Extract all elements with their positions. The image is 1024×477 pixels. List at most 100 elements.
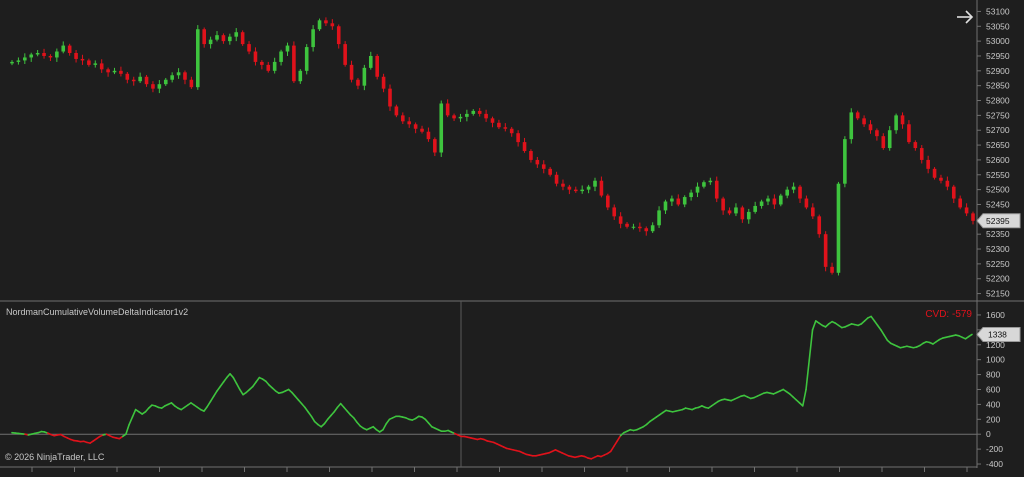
candle-body — [452, 115, 456, 119]
candle-body — [779, 195, 783, 205]
candle-body — [324, 20, 328, 24]
candle-body — [682, 197, 687, 205]
candle-body — [753, 205, 757, 212]
candle-body — [292, 45, 296, 82]
candle-body — [304, 47, 309, 71]
cvd-tick-label: 800 — [986, 370, 1000, 380]
candle-body — [477, 110, 482, 114]
candle-body — [119, 70, 123, 74]
candle-body — [272, 61, 277, 71]
candle-body — [215, 35, 219, 40]
candle-body — [830, 266, 834, 273]
candle-body — [125, 73, 130, 80]
copyright-text: © 2026 NinjaTrader, LLC — [5, 452, 105, 462]
cvd-tick-label: -400 — [986, 459, 1003, 469]
candle-body — [561, 183, 565, 187]
candle-body — [407, 121, 412, 125]
candle-body — [868, 124, 873, 131]
candle-body — [638, 226, 642, 229]
candle-body — [80, 58, 85, 61]
candle-body — [535, 159, 540, 165]
indicator-name: NordmanCumulativeVolumeDeltaIndicator1v2 — [6, 307, 189, 317]
cvd-tick-label: 0 — [986, 429, 991, 439]
candle-body — [266, 64, 271, 71]
candle-body — [112, 70, 117, 73]
candle-body — [714, 180, 719, 199]
price-tick-label: 52800 — [986, 96, 1010, 106]
candle-body — [87, 60, 91, 65]
candle-body — [247, 44, 251, 52]
candle-body — [490, 118, 495, 123]
candle-body — [843, 139, 847, 184]
price-tick-label: 52550 — [986, 170, 1010, 180]
candle-body — [945, 180, 950, 187]
price-tick-label: 53050 — [986, 21, 1010, 31]
candle-body — [183, 72, 187, 80]
candle-body — [939, 177, 943, 181]
candle-body — [727, 210, 732, 214]
candle-body — [420, 128, 424, 132]
candle-body — [798, 186, 802, 199]
candle-body — [817, 216, 822, 235]
candle-body — [471, 110, 476, 114]
arrow-right-icon[interactable] — [954, 6, 976, 28]
candle-body — [593, 180, 597, 187]
candle-body — [484, 113, 488, 119]
candle-body — [766, 198, 770, 202]
candle-body — [176, 72, 181, 76]
candle-body — [151, 84, 155, 89]
candle-body — [823, 234, 828, 267]
candle-body — [208, 39, 213, 45]
candle-body — [631, 226, 636, 228]
cvd-tick-label: 1600 — [986, 310, 1005, 320]
candle-body — [23, 57, 27, 61]
candle-body — [900, 115, 905, 125]
candle-body — [285, 45, 290, 52]
candle-body — [516, 133, 520, 143]
candle-body — [362, 67, 367, 86]
candle-body — [650, 225, 655, 232]
candle-body — [529, 151, 533, 160]
candle-body — [138, 76, 142, 82]
candle-body — [567, 186, 572, 190]
candle-body — [234, 32, 239, 37]
candle-body — [919, 148, 924, 160]
candle-body — [606, 195, 610, 208]
candle-body — [381, 76, 386, 89]
candle-body — [971, 213, 975, 221]
candle-body — [670, 198, 674, 202]
candle-body — [887, 130, 892, 149]
candle-body — [330, 23, 335, 27]
candle-body — [657, 210, 661, 226]
cvd-tick-label: 200 — [986, 414, 1000, 424]
price-tick-label: 52700 — [986, 125, 1010, 135]
cvd-tick-label: -200 — [986, 444, 1003, 454]
candle-body — [445, 103, 450, 116]
candle-body — [862, 118, 866, 125]
candle-body — [708, 180, 713, 183]
candle-body — [573, 189, 578, 192]
cvd-tick-label: 600 — [986, 384, 1000, 394]
candle-body — [932, 168, 937, 178]
candle-body — [554, 174, 559, 184]
candle-body — [509, 128, 514, 134]
candle-body — [61, 45, 66, 52]
last-price-badge: 52395 — [976, 213, 1021, 229]
candle-body — [740, 207, 745, 220]
candle-body — [458, 116, 463, 119]
candle-body — [811, 207, 815, 217]
candle-body — [240, 32, 245, 45]
candle-body — [368, 55, 373, 68]
candle-body — [734, 207, 738, 214]
candle-body — [279, 51, 283, 62]
price-tick-label: 52450 — [986, 199, 1010, 209]
candle-body — [189, 79, 194, 88]
candle-body — [336, 26, 341, 45]
candle-body — [612, 207, 617, 217]
candle-body — [93, 63, 98, 65]
price-tick-label: 52900 — [986, 66, 1010, 76]
candle-body — [55, 51, 59, 58]
candle-body — [881, 136, 886, 149]
price-badge-text: 52395 — [986, 216, 1010, 226]
candle-body — [202, 29, 206, 45]
